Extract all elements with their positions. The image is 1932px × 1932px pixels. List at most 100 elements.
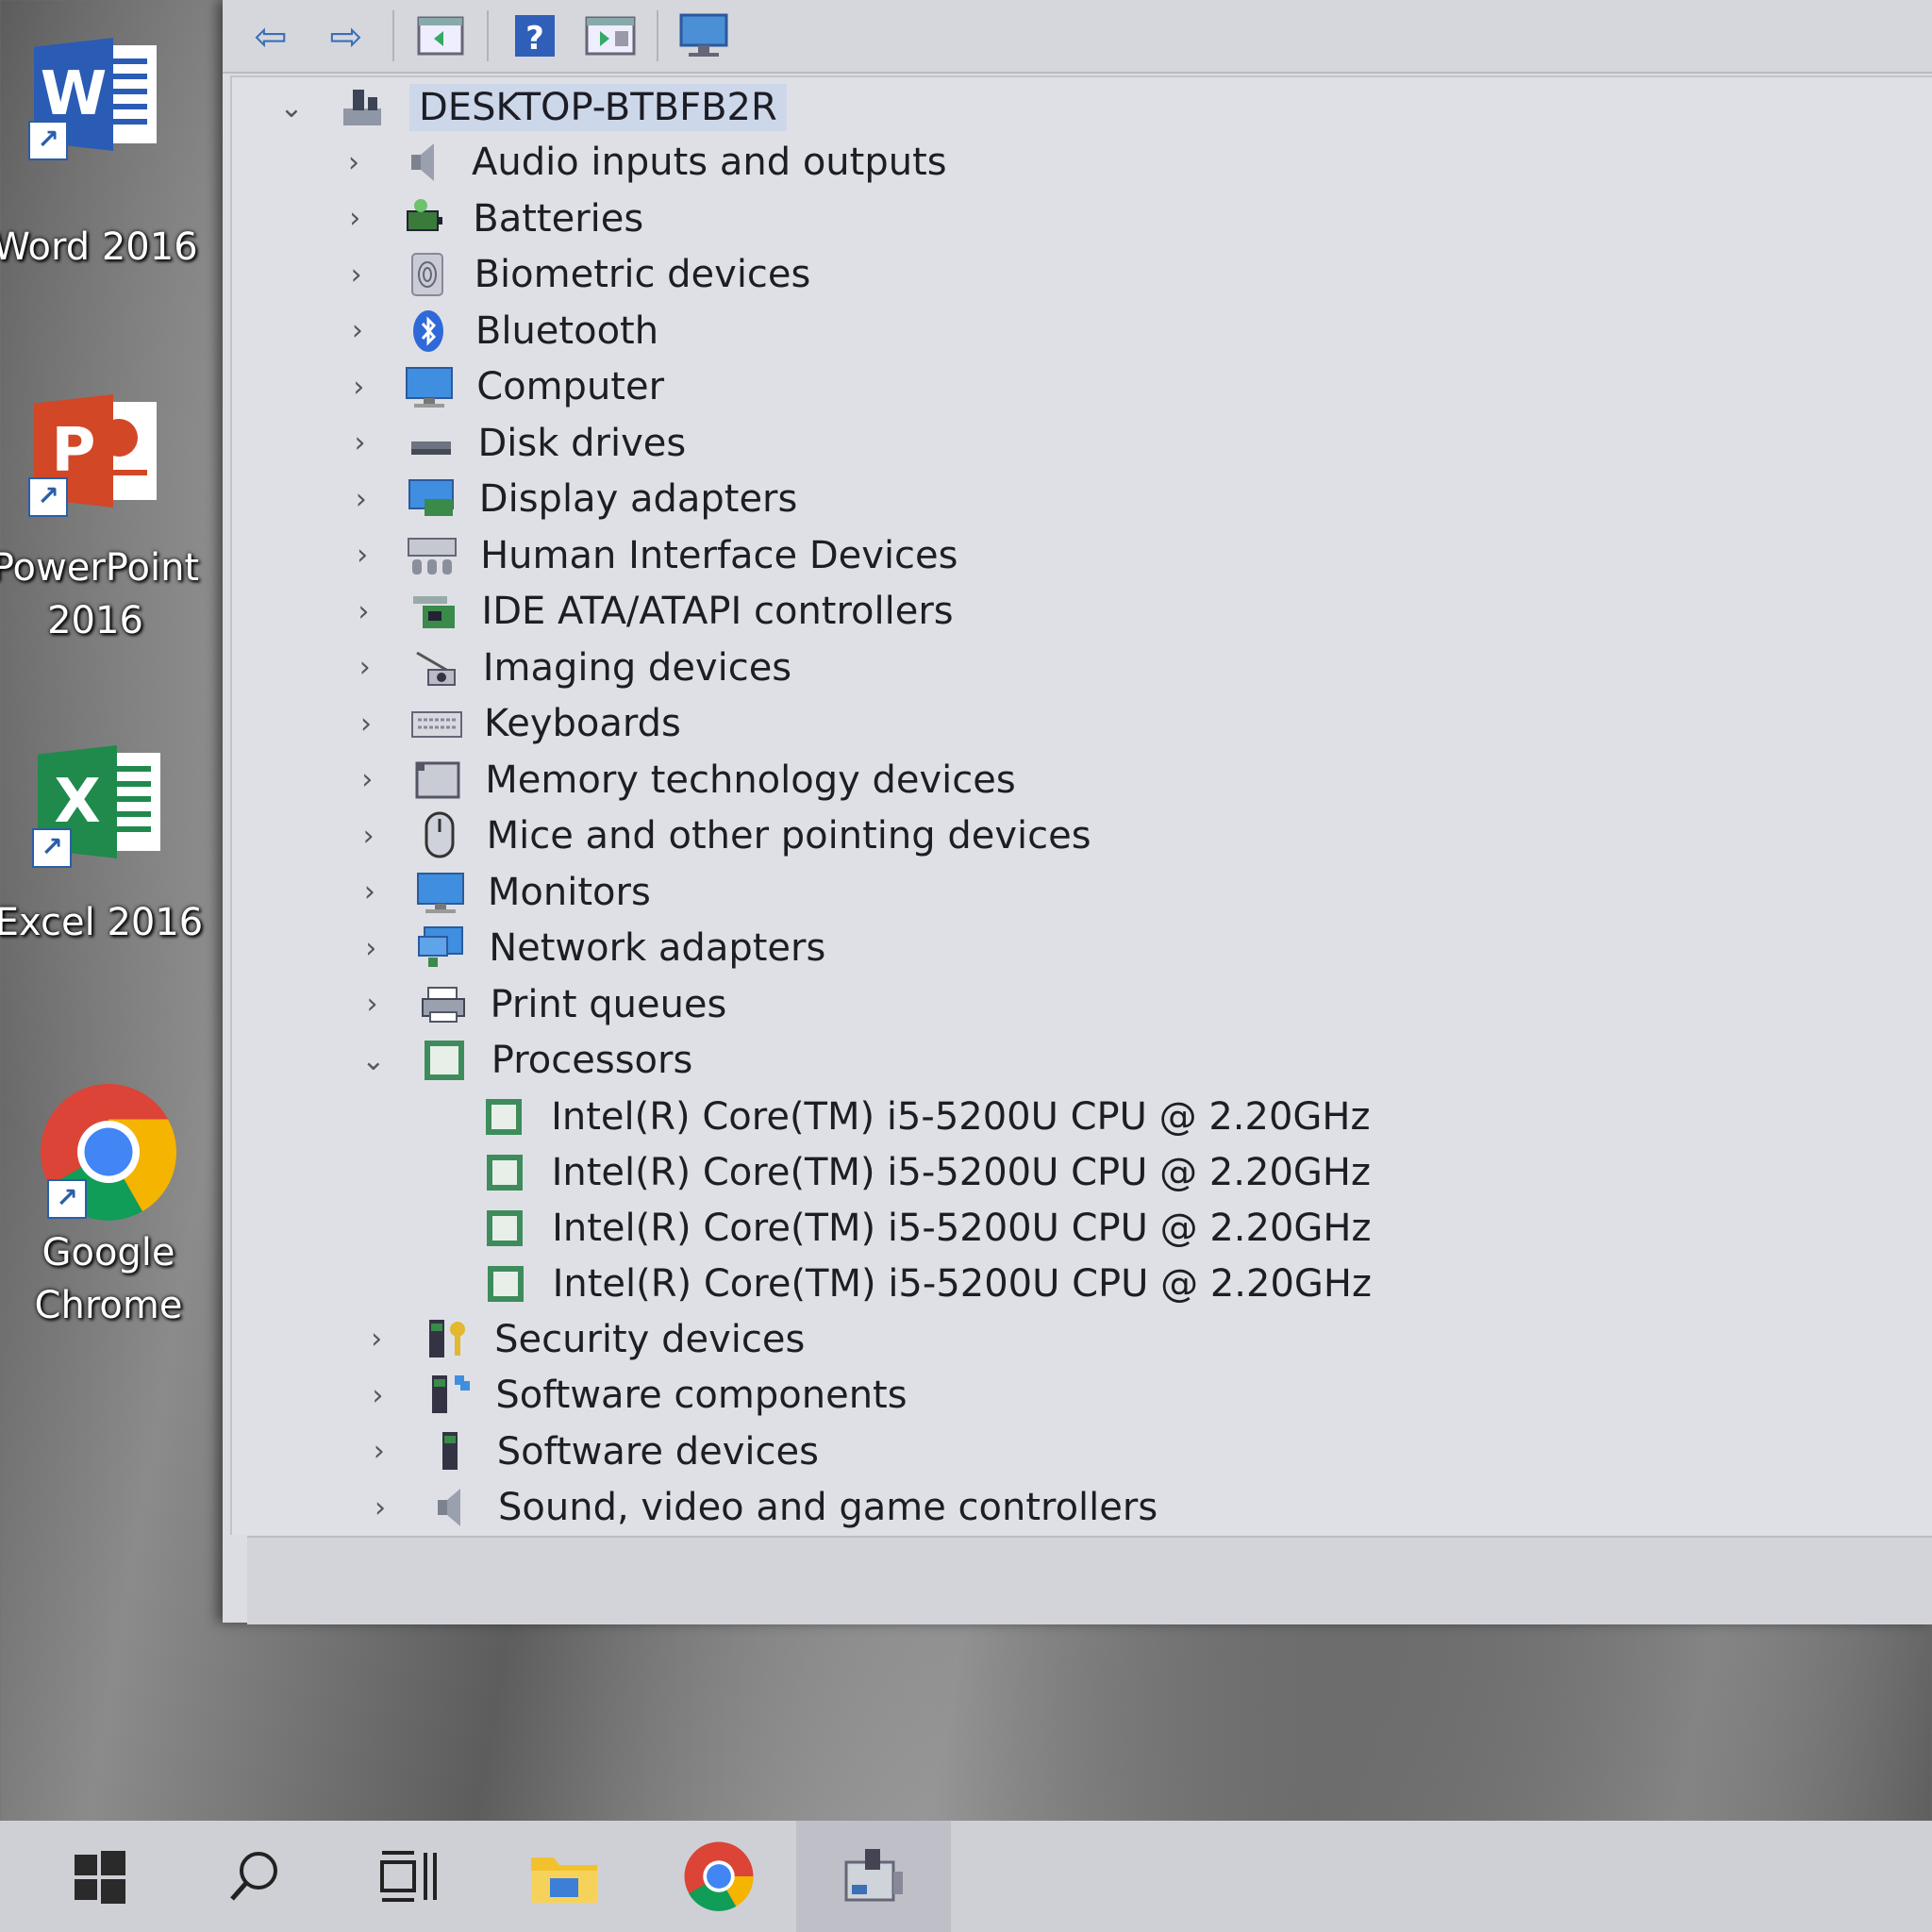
- tree-category-audio-inputs-and-outputs[interactable]: › Audio inputs and outputs: [340, 136, 947, 189]
- help-icon[interactable]: ?: [506, 10, 564, 61]
- tree-item-label: Imaging devices: [482, 645, 792, 690]
- chevron-down-icon[interactable]: ⌄: [359, 1044, 388, 1077]
- desktop-icon-label: Word 2016: [0, 225, 198, 269]
- desktop-icon-excel[interactable]: X ↗ Excel 2016: [0, 745, 208, 949]
- tree-category-software-devices[interactable]: › Software devices: [365, 1425, 819, 1478]
- toolbar-separator: [487, 10, 489, 61]
- toolbar-separator: [657, 10, 658, 61]
- tree-item-label: Batteries: [473, 196, 644, 241]
- tree-item-label: Security devices: [494, 1317, 806, 1361]
- chevron-right-icon[interactable]: ›: [348, 539, 376, 572]
- chevron-right-icon[interactable]: ›: [355, 820, 383, 853]
- sound-icon: [425, 1484, 477, 1531]
- chevron-right-icon[interactable]: ›: [362, 1323, 391, 1356]
- tree-item-label: Mice and other pointing devices: [486, 814, 1091, 858]
- shortcut-arrow-icon: ↗: [47, 1179, 87, 1219]
- properties-icon[interactable]: [581, 10, 640, 61]
- tree-category-network-adapters[interactable]: › Network adapters: [357, 922, 825, 974]
- chevron-right-icon[interactable]: ›: [356, 875, 384, 908]
- toolbar: ⇦ ⇨ ?: [223, 0, 1932, 74]
- chevron-right-icon[interactable]: ›: [366, 1491, 394, 1524]
- ide-controller-icon: [408, 588, 460, 635]
- tree-category-bluetooth[interactable]: › Bluetooth: [343, 305, 658, 358]
- chevron-right-icon[interactable]: ›: [347, 483, 375, 516]
- task-view-icon[interactable]: [332, 1821, 487, 1932]
- tree-item-processor[interactable]: Intel(R) Core(TM) i5-5200U CPU @ 2.20GHz: [419, 1091, 1371, 1143]
- chevron-down-icon[interactable]: ⌄: [277, 92, 306, 125]
- tree-category-print-queues[interactable]: › Print queues: [358, 978, 727, 1031]
- chevron-right-icon[interactable]: ›: [358, 988, 387, 1021]
- tree-item-label: Print queues: [490, 982, 727, 1026]
- chevron-right-icon[interactable]: ›: [353, 763, 381, 796]
- file-explorer-icon[interactable]: [487, 1821, 641, 1932]
- tree-category-disk-drives[interactable]: › Disk drives: [346, 417, 687, 470]
- memory-card-icon: [411, 757, 464, 804]
- windows-start-icon[interactable]: [23, 1821, 177, 1932]
- chevron-right-icon[interactable]: ›: [357, 932, 385, 965]
- tree-category-sound-video-and-game-controllers[interactable]: › Sound, video and game controllers: [366, 1481, 1158, 1534]
- hid-icon: [407, 532, 459, 579]
- word-icon: W ↗: [28, 38, 157, 160]
- tree-category-keyboards[interactable]: › Keyboards: [352, 697, 681, 750]
- tree-category-computer[interactable]: › Computer: [344, 360, 664, 413]
- tree-item-label: Sound, video and game controllers: [498, 1486, 1158, 1529]
- tree-category-mice-and-other-pointing-devices[interactable]: › Mice and other pointing devices: [355, 809, 1091, 862]
- tree-category-ide-ata-atapi-controllers[interactable]: › IDE ATA/ATAPI controllers: [349, 585, 953, 638]
- tree-item-label: Intel(R) Core(TM) i5-5200U CPU @ 2.20GHz: [551, 1094, 1371, 1139]
- search-icon[interactable]: [177, 1821, 332, 1932]
- tree-item-label: Biometric devices: [474, 253, 811, 296]
- chevron-right-icon[interactable]: ›: [344, 371, 373, 404]
- desktop-icon-powerpoint[interactable]: P ↗ PowerPoint 2016: [0, 394, 204, 647]
- processor-icon: [418, 1037, 471, 1084]
- tree-root-computer[interactable]: ⌄ DESKTOP-BTBFB2R: [277, 81, 787, 134]
- shortcut-arrow-icon: ↗: [28, 121, 68, 160]
- chevron-right-icon[interactable]: ›: [342, 258, 371, 291]
- tree-category-security-devices[interactable]: › Security devices: [362, 1313, 805, 1366]
- taskbar: [0, 1821, 1932, 1932]
- tree-item-label: Audio inputs and outputs: [472, 141, 947, 184]
- tree-item-processor[interactable]: Intel(R) Core(TM) i5-5200U CPU @ 2.20GHz: [421, 1257, 1372, 1310]
- chevron-right-icon[interactable]: ›: [343, 314, 372, 347]
- chevron-right-icon[interactable]: ›: [346, 426, 375, 459]
- tree-category-batteries[interactable]: › Batteries: [341, 192, 643, 245]
- show-hide-console-tree-icon[interactable]: [411, 10, 470, 61]
- chevron-right-icon[interactable]: ›: [340, 146, 368, 179]
- tree-category-display-adapters[interactable]: › Display adapters: [347, 473, 798, 525]
- tree-category-monitors[interactable]: › Monitors: [356, 866, 651, 919]
- desktop-icon-chrome[interactable]: ↗ Google Chrome: [0, 1081, 217, 1332]
- tree-category-imaging-devices[interactable]: › Imaging devices: [351, 641, 791, 694]
- tree-item-label: Memory technology devices: [485, 758, 1016, 802]
- tree-item-label: DESKTOP-BTBFB2R: [409, 84, 787, 131]
- chevron-right-icon[interactable]: ›: [349, 595, 377, 628]
- tree-category-software-components[interactable]: › Software components: [363, 1369, 907, 1422]
- tree-item-label: Intel(R) Core(TM) i5-5200U CPU @ 2.20GHz: [551, 1150, 1371, 1194]
- tree-category-processors[interactable]: ⌄ Processors: [359, 1034, 692, 1087]
- device-manager-window: ⇦ ⇨ ? ⌄ DESKTOP-BTBFB2R › Audio inputs and …: [223, 0, 1932, 1624]
- tree-item-label: Display adapters: [478, 477, 798, 521]
- chevron-right-icon[interactable]: ›: [351, 651, 379, 684]
- forward-icon[interactable]: ⇨: [317, 10, 375, 61]
- processor-cpu-icon: [479, 1260, 532, 1307]
- camera-icon: [409, 644, 462, 691]
- software-device-icon: [424, 1428, 476, 1475]
- chevron-right-icon[interactable]: ›: [341, 202, 369, 235]
- back-icon[interactable]: ⇦: [242, 10, 300, 61]
- tree-item-processor[interactable]: Intel(R) Core(TM) i5-5200U CPU @ 2.20GHz: [420, 1202, 1372, 1255]
- scan-hardware-icon[interactable]: [675, 10, 734, 61]
- device-tree: ⌄ DESKTOP-BTBFB2R › Audio inputs and output…: [230, 75, 1932, 1535]
- battery-icon: [399, 195, 452, 242]
- tree-item-processor[interactable]: Intel(R) Core(TM) i5-5200U CPU @ 2.20GHz: [420, 1146, 1371, 1199]
- desktop-icon-label: Google Chrome: [34, 1231, 183, 1327]
- chevron-right-icon[interactable]: ›: [363, 1379, 391, 1412]
- chevron-right-icon[interactable]: ›: [365, 1435, 393, 1468]
- tree-category-human-interface-devices[interactable]: › Human Interface Devices: [348, 529, 958, 582]
- desktop-icon-word[interactable]: W ↗ Word 2016: [0, 38, 204, 274]
- tree-item-label: Intel(R) Core(TM) i5-5200U CPU @ 2.20GHz: [552, 1206, 1372, 1250]
- tree-category-biometric-devices[interactable]: › Biometric devices: [342, 248, 811, 301]
- chevron-right-icon[interactable]: ›: [352, 708, 380, 741]
- tree-category-memory-technology-devices[interactable]: › Memory technology devices: [353, 754, 1015, 807]
- software-component-icon: [422, 1372, 475, 1419]
- device-manager-icon[interactable]: [796, 1821, 951, 1932]
- tree-item-label: Intel(R) Core(TM) i5-5200U CPU @ 2.20GHz: [552, 1261, 1372, 1306]
- chrome-icon[interactable]: [641, 1821, 796, 1932]
